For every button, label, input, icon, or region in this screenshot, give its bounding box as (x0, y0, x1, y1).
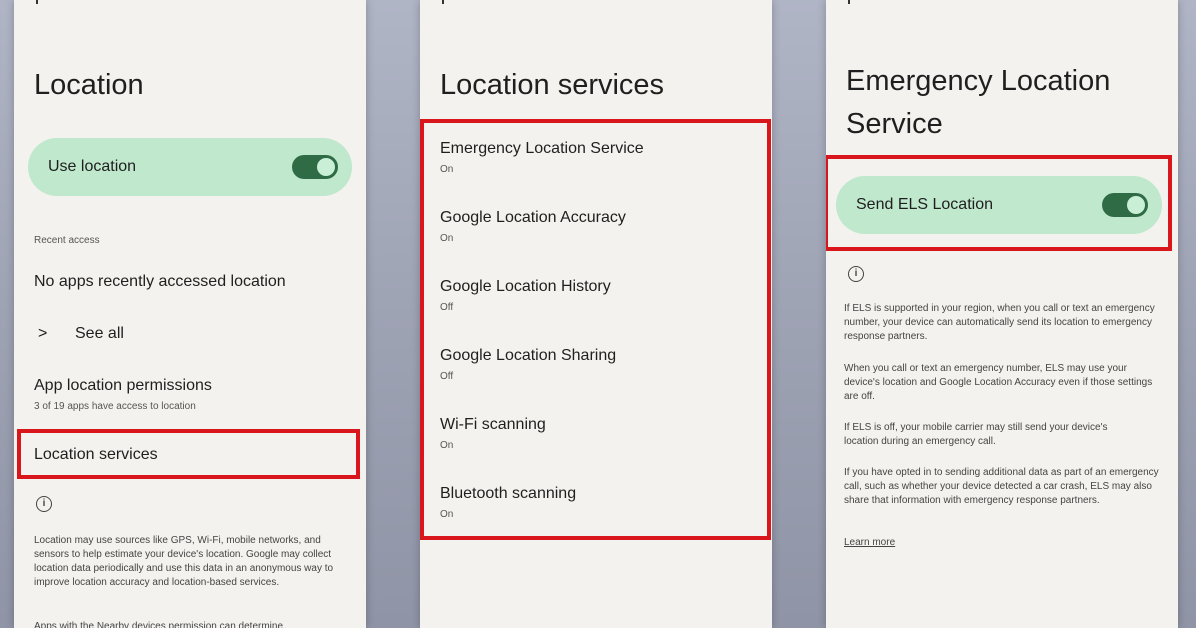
list-item[interactable]: Google Location Accuracy On (440, 209, 750, 278)
use-location-switch[interactable] (292, 155, 338, 179)
page-title: Location services (440, 69, 665, 101)
list-item[interactable]: Bluetooth scanning On (440, 485, 750, 554)
location-services-item[interactable]: Location services (34, 446, 158, 464)
app-location-permissions-summary: 3 of 19 apps have access to location (34, 401, 196, 412)
service-label: Wi-Fi scanning (440, 416, 546, 433)
use-location-toggle-row[interactable]: Use location (28, 138, 352, 196)
service-label: Google Location Accuracy (440, 209, 626, 226)
page-title: Location (34, 69, 144, 101)
recent-access-heading: Recent access (34, 235, 100, 246)
service-status: Off (440, 302, 454, 313)
service-status: On (440, 164, 454, 175)
service-status: On (440, 509, 454, 520)
els-paragraph-1: If ELS is supported in your region, when… (844, 303, 1155, 342)
see-all-link[interactable]: See all (75, 325, 124, 343)
service-label: Emergency Location Service (440, 140, 644, 157)
status-bar-fragment (36, 0, 38, 4)
learn-more-link[interactable]: Learn more (844, 536, 895, 550)
service-label: Google Location Sharing (440, 347, 617, 364)
info-icon: i (848, 266, 864, 282)
send-els-label: Send ELS Location (856, 196, 993, 213)
list-item[interactable]: Google Location Sharing Off (440, 347, 750, 416)
service-status: Off (440, 371, 454, 382)
service-status: On (440, 233, 454, 244)
els-paragraph-2: When you call or text an emergency numbe… (844, 363, 1153, 402)
app-location-permissions[interactable]: App location permissions (34, 377, 212, 395)
screen-location-services: Location services Emergency Location Ser… (420, 0, 772, 628)
switch-knob (1127, 196, 1145, 214)
service-label: Google Location History (440, 278, 611, 295)
els-paragraph-3: If ELS is off, your mobile carrier may s… (844, 422, 1108, 447)
list-item[interactable]: Emergency Location Service On (440, 140, 750, 209)
service-status: On (440, 440, 454, 451)
info-icon: i (36, 496, 52, 512)
no-apps-text: No apps recently accessed location (34, 273, 286, 290)
screen-emergency-location-service: Emergency Location Service Send ELS Loca… (826, 0, 1178, 628)
services-list: Emergency Location Service On Google Loc… (440, 140, 750, 554)
list-item[interactable]: Wi-Fi scanning On (440, 416, 750, 485)
page-title-line1: Emergency Location (846, 65, 1111, 97)
service-label: Bluetooth scanning (440, 485, 577, 502)
cut-off-text: Apps with the Nearby devices permission … (34, 621, 284, 628)
location-info-text: Location may use sources like GPS, Wi-Fi… (34, 535, 334, 588)
els-paragraph-4: If you have opted in to sending addition… (844, 467, 1159, 506)
send-els-switch[interactable] (1102, 193, 1148, 217)
list-item[interactable]: Google Location History Off (440, 278, 750, 347)
screen-location: Location Use location Recent access No a… (14, 0, 366, 628)
switch-knob (317, 158, 335, 176)
page-title-line2: Service (846, 108, 943, 140)
status-bar-fragment (442, 0, 444, 4)
chevron-right-icon: > (38, 325, 48, 342)
use-location-label: Use location (48, 158, 137, 175)
status-bar-fragment (848, 0, 850, 4)
send-els-toggle-row[interactable]: Send ELS Location (836, 176, 1162, 234)
